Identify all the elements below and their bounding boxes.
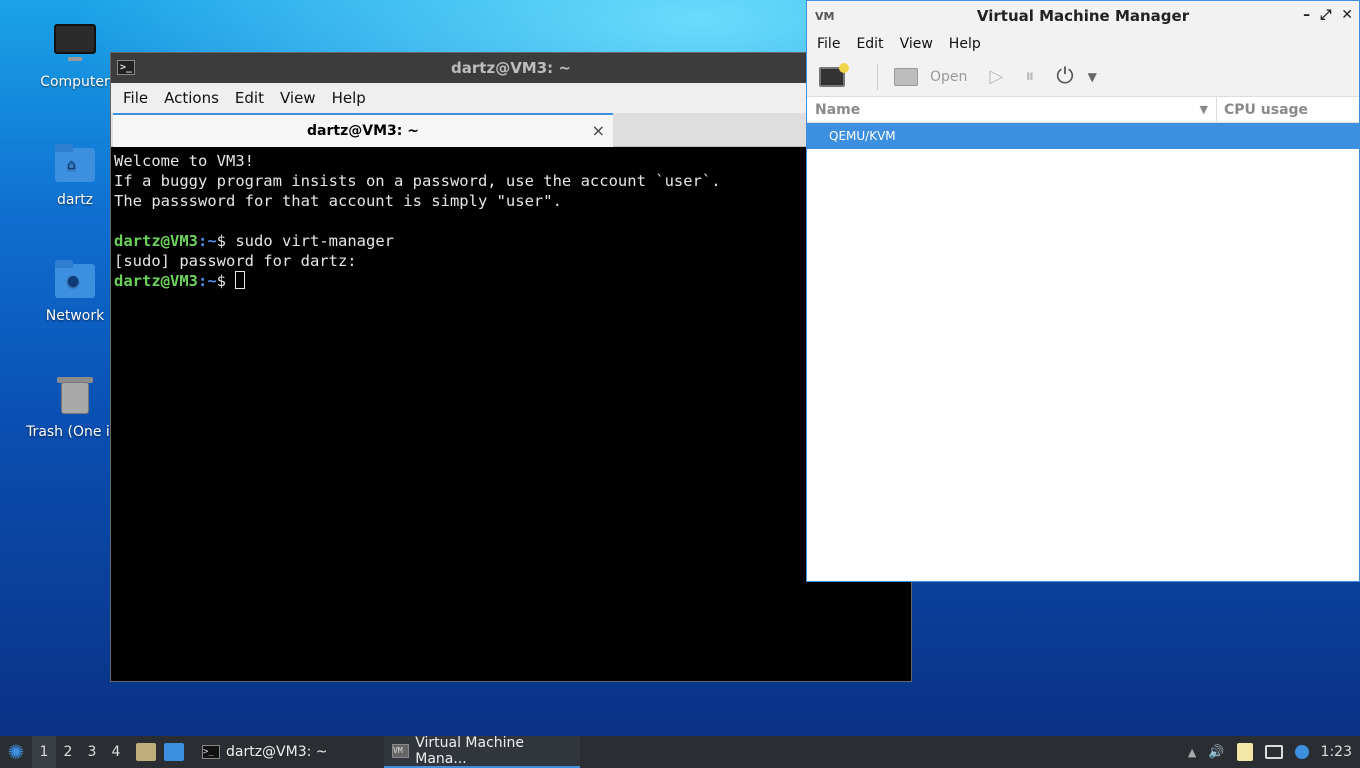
vmm-titlebar[interactable]: VM Virtual Machine Manager – ⤢ ✕ — [807, 1, 1359, 31]
workspace-1[interactable]: 1 — [32, 736, 56, 768]
shutdown-button[interactable]: ⏻ — [1056, 64, 1073, 89]
terminal-output[interactable]: Welcome to VM3! If a buggy program insist… — [111, 147, 911, 295]
vmm-app-icon: VM — [815, 10, 835, 23]
trash-icon — [53, 374, 97, 418]
column-cpu-usage[interactable]: CPU usage — [1217, 102, 1308, 118]
clipboard-icon[interactable] — [1236, 743, 1253, 761]
minimize-icon[interactable]: – — [1303, 7, 1310, 23]
window-controls: – ⤢ ✕ — [1303, 7, 1353, 23]
terminal-menubar: File Actions Edit View Help — [111, 83, 911, 113]
menu-actions[interactable]: Actions — [156, 89, 227, 107]
terminal-cursor — [235, 271, 246, 289]
terminal-tab[interactable]: dartz@VM3: ~ × — [113, 113, 613, 147]
workspace-4[interactable]: 4 — [104, 744, 128, 760]
network-folder-icon: ● — [53, 258, 97, 302]
terminal-tab-label: dartz@VM3: ~ — [307, 123, 419, 139]
terminal-line: Welcome to VM3! — [114, 152, 254, 170]
tray-expand-icon[interactable]: ▲ — [1188, 746, 1196, 759]
prompt-user: dartz@VM3 — [114, 232, 198, 250]
terminal-titlebar[interactable]: >_ dartz@VM3: ~ — [111, 53, 911, 83]
menu-edit[interactable]: Edit — [227, 89, 272, 107]
task-vmm[interactable]: VM Virtual Machine Mana... — [384, 735, 580, 768]
play-icon: ▷ — [989, 66, 1004, 87]
terminal-line: The passsword for that account is simply… — [114, 192, 562, 210]
menu-view[interactable]: View — [892, 36, 941, 52]
prompt-path: :~ — [198, 232, 217, 250]
menu-view[interactable]: View — [272, 89, 324, 107]
prompt-path: :~ — [198, 272, 217, 290]
new-vm-icon — [819, 62, 849, 87]
menu-file[interactable]: File — [809, 36, 848, 52]
maximize-icon[interactable]: ⤢ — [1320, 7, 1331, 23]
terminal-command: sudo virt-manager — [235, 232, 394, 250]
run-button[interactable]: ▷ — [989, 66, 1003, 87]
prompt-symbol: $ — [216, 272, 236, 290]
vmm-toolbar: Open ▷ ⏸ ⏻ ▼ — [807, 57, 1359, 97]
terminal-window[interactable]: >_ dartz@VM3: ~ File Actions Edit View H… — [110, 52, 912, 682]
terminal-title: dartz@VM3: ~ — [451, 59, 571, 77]
vmm-icon: VM — [392, 744, 410, 758]
terminal-command-line: dartz@VM3:~$ sudo virt-manager — [114, 231, 908, 251]
close-tab-icon[interactable]: × — [592, 121, 605, 140]
terminal-tabbar: dartz@VM3: ~ × — [111, 113, 911, 147]
menu-help[interactable]: Help — [941, 36, 989, 52]
column-name[interactable]: Name ▼ — [807, 96, 1217, 123]
shutdown-menu-button[interactable]: ▼ — [1088, 70, 1097, 84]
connection-row-qemu-kvm[interactable]: QEMU/KVM — [807, 123, 1359, 149]
show-desktop-icon[interactable] — [164, 743, 184, 761]
chevron-down-icon: ▼ — [1087, 69, 1097, 84]
menu-file[interactable]: File — [115, 89, 156, 107]
toolbar-separator — [877, 63, 878, 90]
workspace-2[interactable]: 2 — [56, 744, 80, 760]
sort-icon[interactable]: ▼ — [1200, 97, 1208, 123]
pause-icon: ⏸ — [1025, 66, 1035, 87]
power-icon: ⏻ — [1056, 64, 1074, 89]
network-status-icon[interactable] — [1264, 745, 1283, 759]
task-label: Virtual Machine Mana... — [415, 735, 525, 767]
task-label: dartz@VM3: ~ — [226, 744, 328, 760]
prompt-symbol: $ — [216, 232, 236, 250]
computer-icon — [53, 24, 97, 68]
prompt-user: dartz@VM3 — [114, 272, 198, 290]
terminal-app-icon: >_ — [117, 60, 135, 75]
menu-help[interactable]: Help — [324, 89, 374, 107]
task-terminal[interactable]: >_ dartz@VM3: ~ — [194, 736, 384, 768]
new-vm-button[interactable] — [819, 62, 855, 87]
monitor-icon — [894, 67, 918, 86]
system-tray: ▲ 🔊 1:23 — [1188, 743, 1360, 761]
terminal-icon: >_ — [202, 745, 220, 759]
notification-icon[interactable] — [1294, 745, 1309, 759]
home-folder-icon: ⌂ — [53, 142, 97, 186]
volume-icon[interactable]: 🔊 — [1208, 745, 1224, 760]
terminal-current-prompt[interactable]: dartz@VM3:~$ — [114, 271, 908, 291]
terminal-line: [sudo] password for dartz: — [114, 252, 357, 270]
terminal-line: If a buggy program insists on a password… — [114, 172, 721, 190]
close-icon[interactable]: ✕ — [1341, 7, 1353, 23]
open-label: Open — [930, 68, 968, 85]
file-manager-icon[interactable] — [136, 743, 156, 761]
vmm-menubar: File Edit View Help — [807, 31, 1359, 57]
workspace-3[interactable]: 3 — [80, 744, 104, 760]
clock[interactable]: 1:23 — [1321, 744, 1352, 760]
vmm-title: Virtual Machine Manager — [976, 7, 1190, 25]
column-name-label: Name — [815, 101, 861, 118]
start-menu-icon[interactable]: ✺ — [0, 736, 32, 768]
open-button[interactable]: Open — [894, 67, 968, 86]
vmm-window[interactable]: VM Virtual Machine Manager – ⤢ ✕ File Ed… — [806, 0, 1360, 582]
vm-list-header: Name ▼ CPU usage — [807, 96, 1359, 123]
pause-button[interactable]: ⏸ — [1025, 66, 1034, 87]
taskbar: ✺ 1 2 3 4 >_ dartz@VM3: ~ VM Virtual Mac… — [0, 735, 1360, 768]
menu-edit[interactable]: Edit — [848, 36, 891, 52]
